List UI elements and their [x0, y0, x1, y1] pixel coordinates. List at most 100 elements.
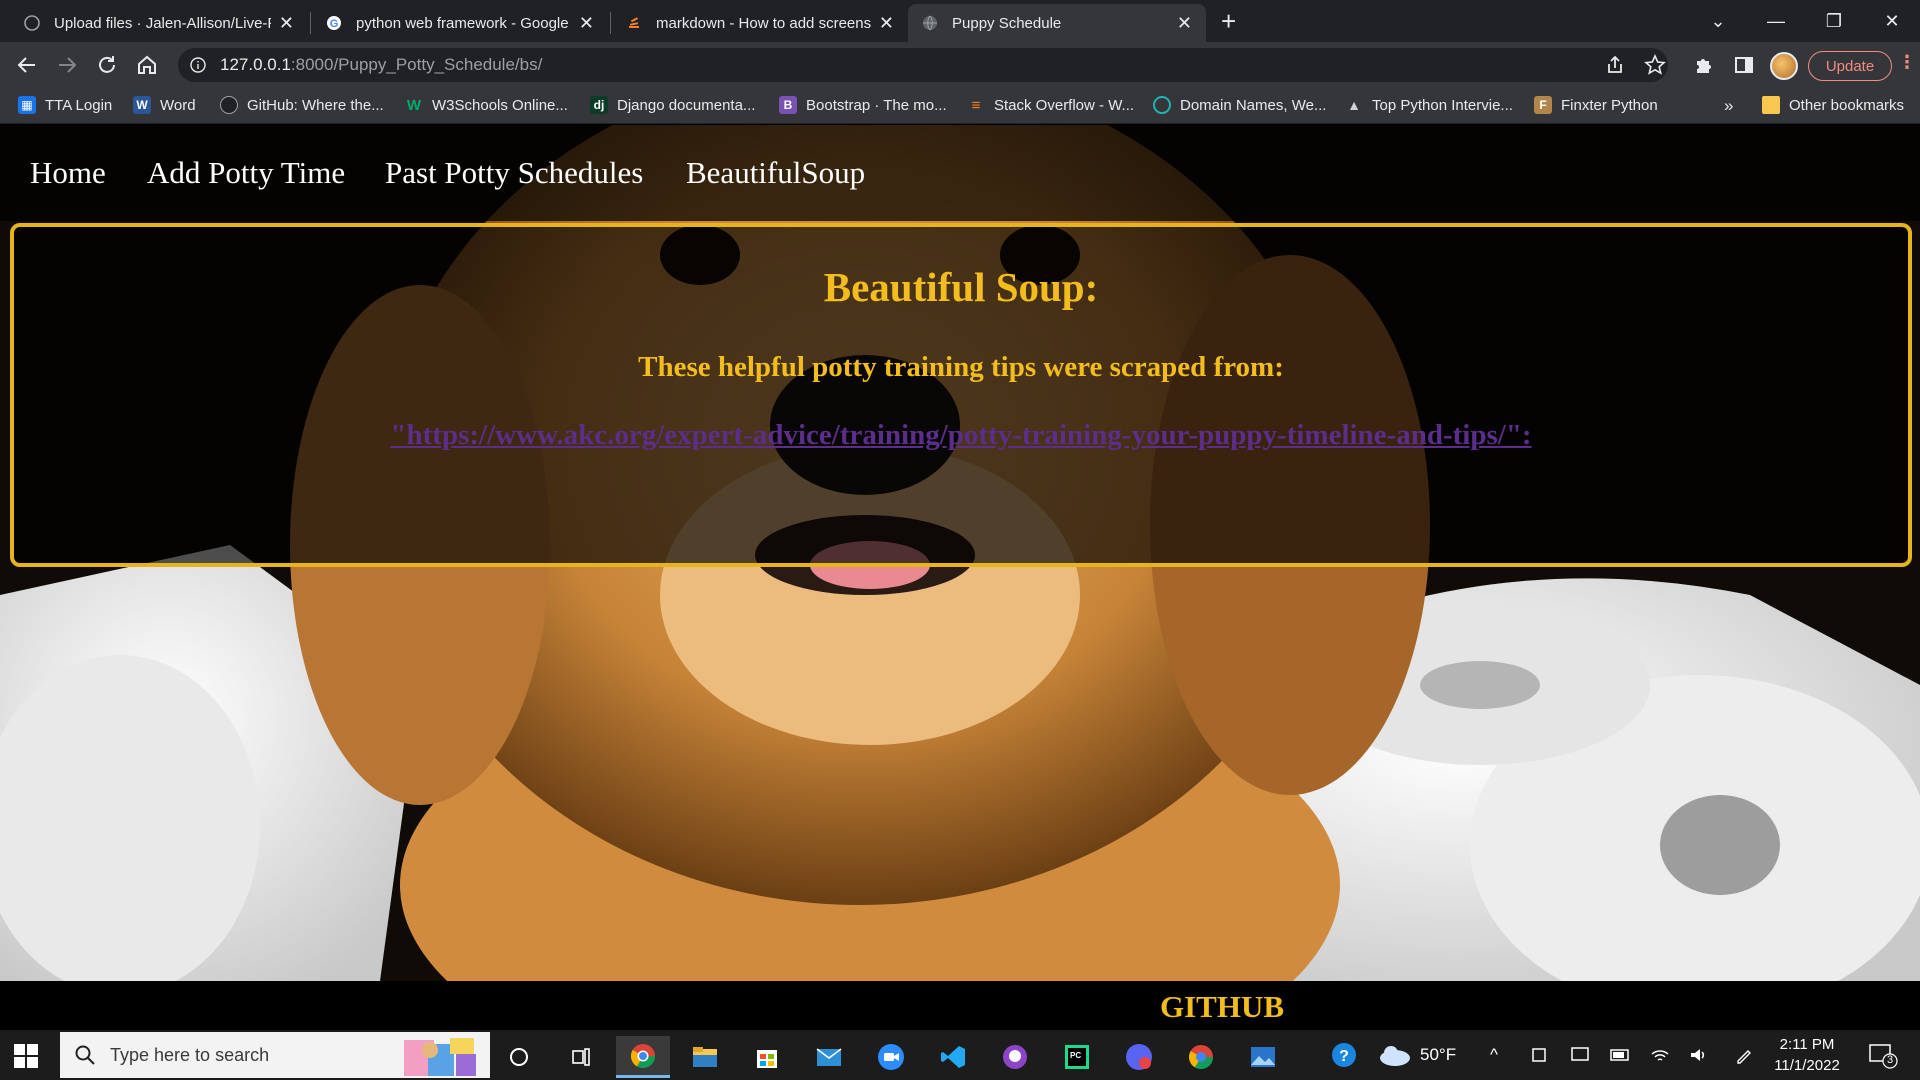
cortana-icon[interactable]: [492, 1036, 546, 1078]
tab-separator: [310, 12, 311, 34]
taskbar-search-box[interactable]: Type here to search: [60, 1032, 490, 1078]
new-tab-plus-icon[interactable]: +: [1221, 6, 1236, 37]
tab-title: Puppy Schedule: [952, 14, 1062, 32]
other-bookmarks[interactable]: Other bookmarks: [1762, 96, 1904, 114]
more-bookmarks-chevron[interactable]: »: [1724, 96, 1733, 116]
site-info-icon[interactable]: [190, 57, 206, 73]
nav-beautifulsoup-link[interactable]: BeautifulSoup: [686, 155, 865, 191]
tab-google-search[interactable]: G python web framework - Google ✕: [312, 4, 608, 42]
home-icon[interactable]: [132, 50, 162, 80]
tab-upload-files[interactable]: Upload files · Jalen-Allison/Live-P ✕: [10, 4, 308, 42]
w3schools-icon: W: [406, 96, 422, 114]
browser-menu-icon[interactable]: ⋮: [1898, 52, 1916, 73]
bookmark-word[interactable]: W Word: [133, 96, 196, 114]
forward-arrow-icon[interactable]: [52, 50, 82, 80]
weather-cloud-icon[interactable]: [1378, 1030, 1412, 1080]
zoom-icon[interactable]: [864, 1036, 918, 1078]
update-button[interactable]: Update: [1808, 51, 1892, 81]
windows-taskbar: Type here to search PC ? 50°F ^ 2:11 PM …: [0, 1030, 1920, 1080]
bookmark-python-interview[interactable]: ▲ Top Python Intervie...: [1345, 96, 1513, 114]
chrome-taskbar-icon[interactable]: [616, 1036, 670, 1078]
mountain-icon: ▲: [1347, 97, 1361, 113]
tab-search-chevron-icon[interactable]: ⌄: [1690, 0, 1746, 42]
volume-icon[interactable]: [1688, 1030, 1708, 1080]
bookmark-stackoverflow[interactable]: ≡ Stack Overflow - W...: [967, 96, 1134, 114]
meet-now-icon[interactable]: [1530, 1030, 1548, 1080]
close-tab-icon[interactable]: ✕: [1177, 13, 1192, 34]
close-tab-icon[interactable]: ✕: [279, 13, 294, 34]
bookmark-domain-names[interactable]: Domain Names, We...: [1153, 96, 1326, 114]
windows-start-icon[interactable]: [14, 1044, 38, 1068]
mail-icon[interactable]: [802, 1036, 856, 1078]
chrome-profile-icon[interactable]: [1174, 1036, 1228, 1078]
domain-icon: [1153, 96, 1171, 114]
tab-puppy-schedule[interactable]: Puppy Schedule ✕: [908, 4, 1206, 42]
address-bar[interactable]: 127.0.0.1:8000/Puppy_Potty_Schedule/bs/: [178, 48, 1668, 82]
nav-past-potty-schedules-link[interactable]: Past Potty Schedules: [385, 155, 643, 191]
notification-count: 3: [1887, 1054, 1894, 1066]
bookmark-github[interactable]: GitHub: Where the...: [220, 96, 384, 114]
help-icon[interactable]: ?: [1330, 1030, 1358, 1080]
browser-toolbar: 127.0.0.1:8000/Puppy_Potty_Schedule/bs/ …: [0, 42, 1920, 88]
bookmark-label: Finxter Python: [1561, 96, 1658, 114]
card-heading: Beautiful Soup:: [823, 264, 1099, 310]
globe-favicon-icon: [923, 15, 937, 31]
show-hidden-icons-chevron-icon[interactable]: ^: [1490, 1030, 1498, 1080]
extensions-puzzle-icon[interactable]: [1693, 54, 1715, 76]
bookmark-label: Stack Overflow - W...: [994, 96, 1135, 114]
notifications-icon[interactable]: 3: [1868, 1030, 1898, 1080]
side-panel-icon[interactable]: [1733, 54, 1755, 76]
file-explorer-icon[interactable]: [678, 1036, 732, 1078]
close-tab-icon[interactable]: ✕: [579, 13, 594, 34]
tta-login-icon: ▦: [18, 96, 36, 114]
reload-icon[interactable]: [92, 50, 122, 80]
bookmark-label: Other bookmarks: [1789, 96, 1905, 114]
svg-text:?: ?: [1339, 1048, 1349, 1065]
source-url-link[interactable]: "https://www.akc.org/expert-advice/train…: [14, 419, 1908, 452]
share-icon[interactable]: [1604, 54, 1626, 76]
close-tab-icon[interactable]: ✕: [879, 13, 894, 34]
vscode-icon[interactable]: [926, 1036, 980, 1078]
wifi-icon[interactable]: [1650, 1030, 1670, 1080]
weather-temperature[interactable]: 50°F: [1420, 1030, 1456, 1080]
microsoft-store-icon[interactable]: [740, 1036, 794, 1078]
pycharm-icon[interactable]: PC: [1050, 1036, 1104, 1078]
site-nav: Home Add Potty Time Past Potty Schedules…: [0, 125, 1920, 221]
bookmark-w3schools[interactable]: W W3Schools Online...: [405, 96, 568, 114]
github-desktop-icon[interactable]: [988, 1036, 1042, 1078]
close-window-icon[interactable]: ✕: [1864, 0, 1920, 42]
back-arrow-icon[interactable]: [12, 50, 42, 80]
bookmark-label: W3Schools Online...: [432, 96, 568, 114]
photos-icon[interactable]: [1236, 1036, 1290, 1078]
nav-home-link[interactable]: Home: [30, 155, 106, 191]
nav-add-potty-time-link[interactable]: Add Potty Time: [147, 155, 345, 191]
bookmark-star-icon[interactable]: [1644, 54, 1666, 76]
minimize-icon[interactable]: —: [1748, 0, 1804, 42]
bookmark-finxter[interactable]: F Finxter Python: [1534, 96, 1658, 114]
tab-stackoverflow[interactable]: markdown - How to add screensh ✕: [612, 4, 908, 42]
task-view-icon[interactable]: [554, 1036, 608, 1078]
scrape-info-card: Beautiful Soup: These helpful potty trai…: [10, 223, 1912, 567]
url-host: 127.0.0.1: [220, 55, 291, 74]
restore-icon[interactable]: ❐: [1806, 0, 1862, 42]
bookmark-django[interactable]: dj Django documenta...: [590, 96, 755, 114]
display-icon[interactable]: [1570, 1030, 1590, 1080]
bookmark-label: Word: [160, 96, 196, 114]
profile-avatar[interactable]: [1770, 52, 1798, 80]
tab-title: python web framework - Google: [356, 14, 569, 32]
svg-text:G: G: [330, 18, 339, 30]
bookmark-tta-login[interactable]: ▦ TTA Login: [18, 96, 112, 114]
bookmark-bootstrap[interactable]: B Bootstrap · The mo...: [779, 96, 947, 114]
github-icon: [220, 96, 238, 114]
pen-icon[interactable]: [1734, 1030, 1754, 1080]
discord-icon[interactable]: [1112, 1036, 1166, 1078]
clock-time: 2:11 PM: [1779, 1036, 1835, 1053]
battery-icon[interactable]: [1610, 1030, 1632, 1080]
tab-title: Upload files · Jalen-Allison/Live-P: [54, 14, 271, 32]
bootstrap-icon: B: [779, 96, 797, 114]
github-footer-link[interactable]: GITHUB: [1160, 989, 1284, 1025]
search-icon: [75, 1045, 95, 1065]
stackoverflow-favicon-icon: [629, 17, 639, 28]
taskbar-clock[interactable]: 2:11 PM 11/1/2022: [1762, 1034, 1852, 1076]
svg-text:PC: PC: [1070, 1051, 1081, 1060]
